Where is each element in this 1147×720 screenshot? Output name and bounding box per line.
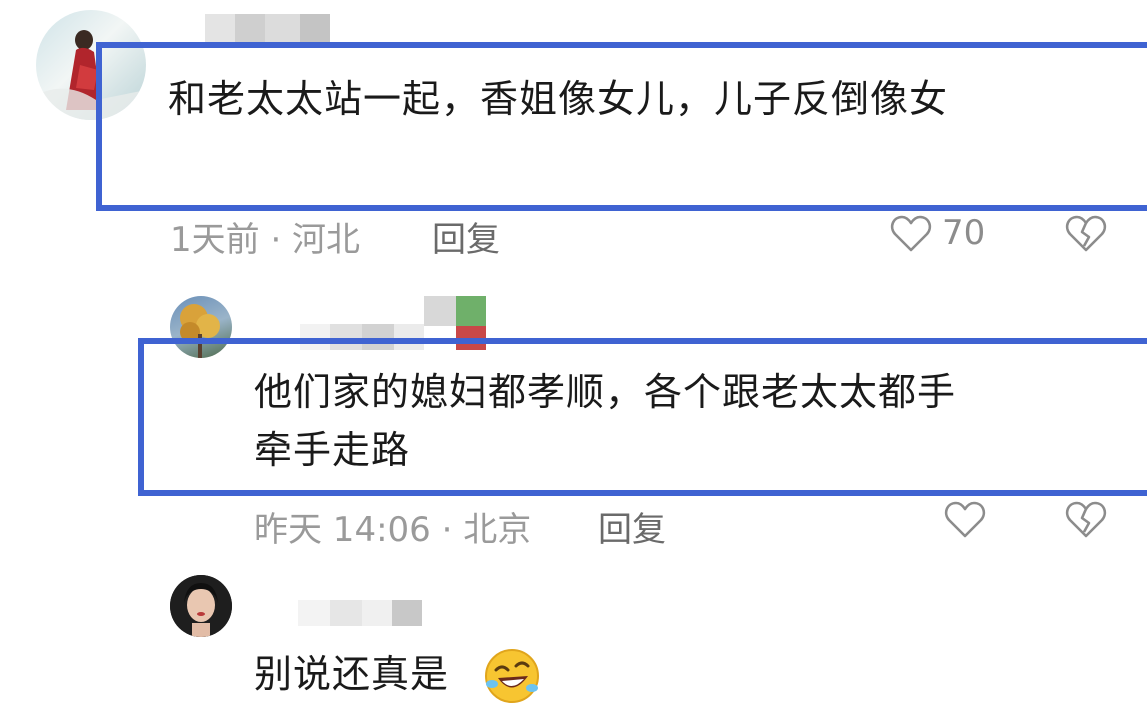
- blurred-username-1: [205, 14, 330, 44]
- blurred-username-3: [298, 600, 424, 630]
- comment-text-1: 和老太太站一起，香姐像女儿，儿子反倒像女: [168, 77, 949, 121]
- comment-text-2-line2: 牵手走路: [254, 428, 411, 472]
- reply-button-1[interactable]: 回复: [432, 212, 500, 261]
- like-count-1: 70: [942, 213, 986, 253]
- comment-meta-1: 1天前 · 河北: [170, 220, 361, 260]
- comment-meta-2: 昨天 14:06 · 北京: [254, 510, 532, 550]
- dislike-broken-heart-icon[interactable]: [1064, 214, 1108, 258]
- like-heart-icon[interactable]: [944, 500, 986, 544]
- dislike-broken-heart-icon[interactable]: [1064, 500, 1108, 544]
- user-avatar-3[interactable]: [170, 575, 232, 637]
- reply-button-2[interactable]: 回复: [598, 502, 666, 551]
- woman-portrait-avatar-icon: [170, 575, 232, 637]
- rolling-laughing-emoji-icon: [482, 646, 542, 710]
- comment-text-2-line1: 他们家的媳妇都孝顺，各个跟老太太都手: [254, 370, 957, 414]
- comment-text-3: 别说还真是: [254, 652, 450, 696]
- like-heart-icon[interactable]: [890, 214, 932, 258]
